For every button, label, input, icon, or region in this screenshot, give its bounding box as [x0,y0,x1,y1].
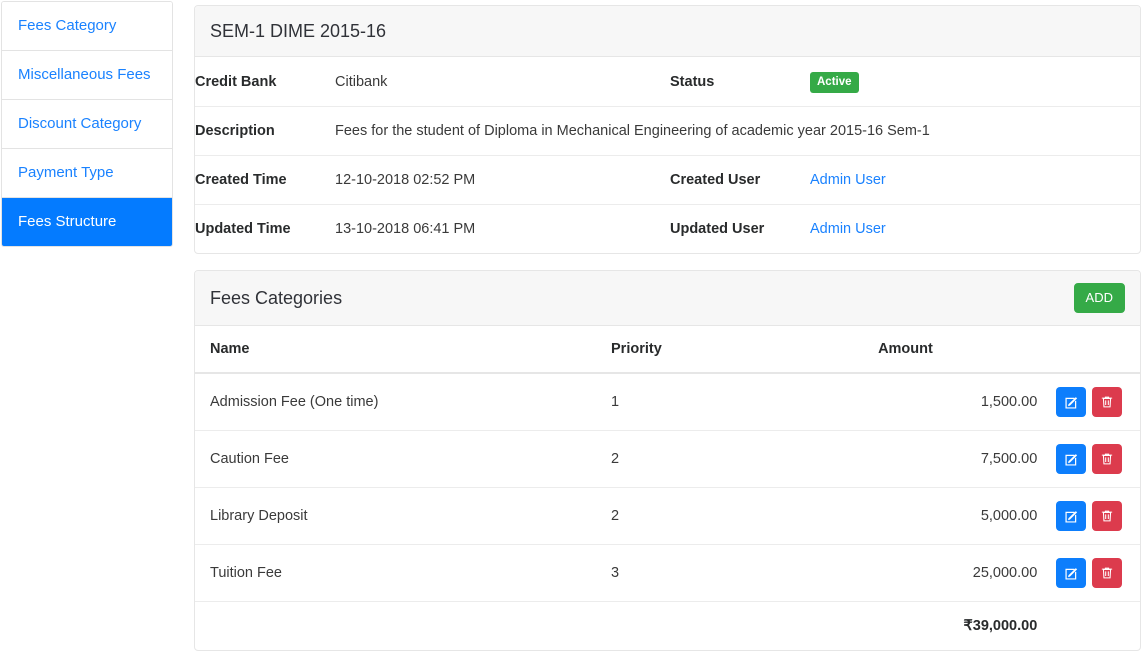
label-updated-user: Updated User [670,221,765,237]
label-updated-time: Updated Time [195,221,291,237]
cell-amount: 5,000.00 [878,487,1038,545]
page-title: SEM-1 DIME 2015-16 [210,21,387,41]
cell-name: Admission Fee (One time) [195,373,611,431]
cell-priority: 2 [611,430,879,488]
table-row: Library Deposit 2 5,000.00 [195,487,1140,545]
detail-table: Credit Bank Citibank Status Active Descr… [195,57,1140,253]
table-row: Tuition Fee 3 25,000.00 [195,544,1140,602]
cell-actions [1037,430,1140,488]
value-created-time: 12-10-2018 02:52 PM [335,172,476,188]
sidebar-nav-list: Fees Category Miscellaneous Fees Discoun… [1,1,173,247]
sidebar-item-payment-type[interactable]: Payment Type [2,149,172,198]
cell-name: Library Deposit [195,487,611,545]
row-action-group [1056,558,1140,588]
cell-priority: 2 [611,487,879,545]
trash-icon [1100,566,1114,580]
fees-structure-detail-card: SEM-1 DIME 2015-16 Credit Bank Citibank … [194,5,1141,254]
cell-actions [1037,373,1140,431]
cell-actions [1037,487,1140,545]
cell-priority: 1 [611,373,879,431]
edit-pencil-icon [1064,395,1079,410]
table-row: Caution Fee 2 7,500.00 [195,430,1140,488]
row-action-group [1056,387,1140,417]
fees-categories-table: Name Priority Amount Admission Fee (One … [195,326,1140,650]
column-header-priority: Priority [611,326,879,374]
value-updated-user-cell: Admin User [810,205,1140,254]
edit-row-button[interactable] [1056,444,1087,474]
cell-amount: 1,500.00 [878,373,1038,431]
label-description: Description [195,123,275,139]
edit-pencil-icon [1064,452,1079,467]
detail-row-created: Created Time 12-10-2018 02:52 PM Created… [195,156,1140,205]
detail-row-updated: Updated Time 13-10-2018 06:41 PM Updated… [195,205,1140,254]
table-total-row: ₹39,000.00 [195,602,1140,650]
edit-pencil-icon [1064,566,1079,581]
trash-icon [1100,395,1114,409]
detail-card-header: SEM-1 DIME 2015-16 [195,6,1140,57]
label-created-time: Created Time [195,172,287,188]
fees-categories-card-header: Fees Categories ADD [195,271,1140,326]
total-amount: ₹39,000.00 [963,617,1038,634]
delete-row-button[interactable] [1092,387,1123,417]
row-action-group [1056,501,1140,531]
table-header-row: Name Priority Amount [195,326,1140,374]
total-spacer-priority [611,602,878,650]
label-created-user: Created User [670,172,761,188]
column-header-actions [1037,326,1140,374]
detail-row-credit-bank-status: Credit Bank Citibank Status Active [195,57,1140,107]
add-button[interactable]: ADD [1073,283,1125,313]
total-spacer-name [195,602,611,650]
cell-name: Tuition Fee [195,544,611,602]
cell-actions [1037,544,1140,602]
trash-icon [1100,452,1114,466]
label-credit-bank: Credit Bank [195,73,277,90]
edit-pencil-icon [1064,509,1079,524]
sidebar-item-fees-structure[interactable]: Fees Structure [2,198,172,246]
cell-name: Caution Fee [195,430,611,488]
fees-categories-table-body: Admission Fee (One time) 1 1,500.00 Caut… [195,373,1140,602]
edit-row-button[interactable] [1056,387,1087,417]
cell-amount: 7,500.00 [878,430,1038,488]
detail-row-description: Description Fees for the student of Dipl… [195,107,1140,156]
page-root: Fees Category Miscellaneous Fees Discoun… [0,0,1146,651]
delete-row-button[interactable] [1092,444,1123,474]
value-description: Fees for the student of Diploma in Mecha… [335,123,930,139]
fees-categories-card: Fees Categories ADD Name Priority Amount… [194,270,1141,651]
edit-row-button[interactable] [1056,558,1087,588]
value-credit-bank: Citibank [335,73,388,90]
value-updated-time: 13-10-2018 06:41 PM [335,221,476,237]
sidebar-item-miscellaneous-fees[interactable]: Miscellaneous Fees [2,51,172,100]
trash-icon [1100,509,1114,523]
label-status: Status [670,73,715,90]
table-row: Admission Fee (One time) 1 1,500.00 [195,373,1140,431]
row-action-group [1056,444,1140,474]
sidebar-item-fees-category[interactable]: Fees Category [2,2,172,51]
value-created-user-cell: Admin User [810,156,1140,205]
total-spacer-actions [1037,602,1140,650]
delete-row-button[interactable] [1092,501,1123,531]
column-header-name: Name [195,326,611,374]
status-badge: Active [810,72,859,93]
fees-categories-table-footer: ₹39,000.00 [195,602,1140,650]
column-header-amount: Amount [878,326,1038,374]
edit-row-button[interactable] [1056,501,1087,531]
value-status-cell: Active [810,57,1140,107]
cell-amount: 25,000.00 [878,544,1038,602]
created-user-link[interactable]: Admin User [810,172,886,188]
delete-row-button[interactable] [1092,558,1123,588]
updated-user-link[interactable]: Admin User [810,221,886,237]
sidebar: Fees Category Miscellaneous Fees Discoun… [0,0,173,247]
fees-categories-title: Fees Categories [210,288,343,308]
sidebar-item-discount-category[interactable]: Discount Category [2,100,172,149]
cell-priority: 3 [611,544,879,602]
